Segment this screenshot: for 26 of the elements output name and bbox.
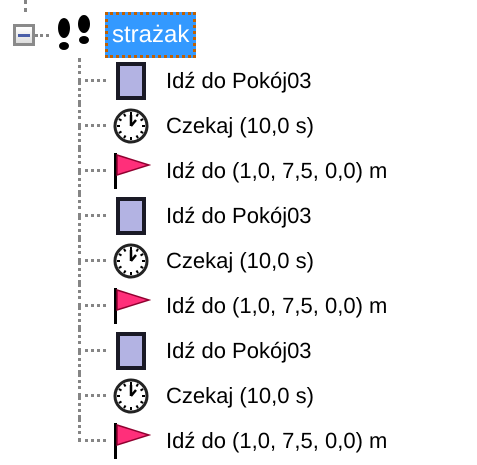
tree-node-label[interactable]: Idź do Pokój03 (164, 338, 314, 364)
tree-line (78, 193, 106, 238)
tree-line (78, 238, 106, 283)
collapse-toggle[interactable] (13, 24, 35, 46)
tree-line (78, 58, 106, 103)
tree-node-label[interactable]: Idź do (1,0, 7,5, 0,0) m (164, 158, 390, 184)
rectangle-icon (116, 196, 146, 234)
tree-node-label[interactable]: Czekaj (10,0 s) (164, 248, 316, 274)
tree-node-label[interactable]: Idź do (1,0, 7,5, 0,0) m (164, 292, 390, 318)
tree-node-label[interactable]: Czekaj (10,0 s) (164, 382, 316, 408)
tree-node-label[interactable]: Idź do (1,0, 7,5, 0,0) m (164, 428, 390, 454)
tree-line (78, 103, 106, 148)
tree-line (78, 283, 106, 328)
tree-line (78, 328, 106, 373)
clock-icon (112, 376, 150, 414)
tree-node-label[interactable]: Idź do Pokój03 (164, 202, 314, 228)
clock-icon (112, 106, 150, 144)
flag-icon (111, 150, 151, 190)
clock-icon (112, 242, 150, 280)
tree-node-label[interactable]: Idź do Pokój03 (164, 68, 314, 94)
rectangle-icon (116, 332, 146, 370)
rectangle-icon (116, 62, 146, 100)
flag-icon (111, 286, 151, 326)
tree-line (78, 148, 106, 193)
flag-icon (111, 420, 151, 460)
tree-node-label[interactable]: Czekaj (10,0 s) (164, 112, 316, 138)
